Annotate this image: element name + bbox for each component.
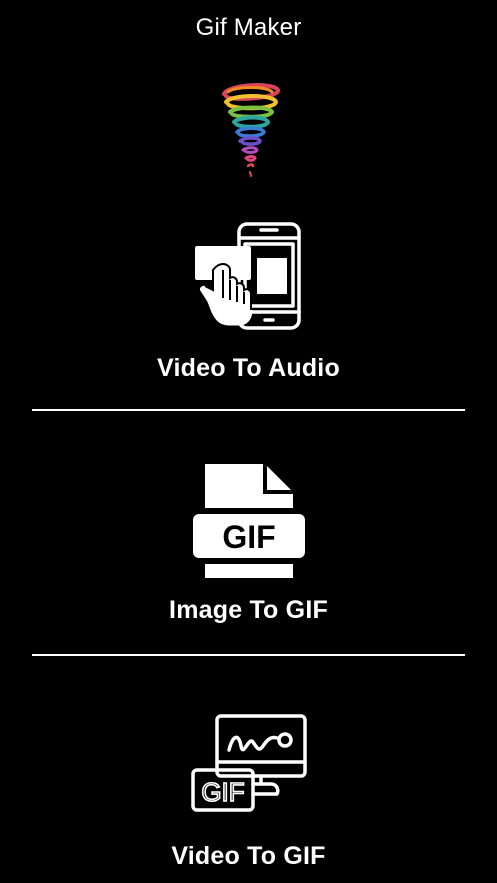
video-gif-icon: GIF xyxy=(190,714,307,812)
menu-item-video-to-audio[interactable]: Video To Audio xyxy=(0,220,497,390)
menu-item-label: Image To GIF xyxy=(169,596,328,624)
gif-icon-text: GIF xyxy=(222,519,275,555)
menu-item-video-to-gif[interactable]: GIF Video To GIF xyxy=(0,712,497,872)
divider xyxy=(32,654,465,656)
menu-item-label: Video To Audio xyxy=(157,354,340,382)
gif-icon-text: GIF xyxy=(201,777,244,807)
menu-item-label: Video To GIF xyxy=(171,842,326,870)
phone-tap-icon xyxy=(194,222,301,330)
gif-file-icon: GIF xyxy=(192,464,305,578)
rainbow-tornado-logo xyxy=(222,83,281,177)
app-title: Gif Maker xyxy=(195,14,302,41)
menu-item-image-to-gif[interactable]: GIF Image To GIF xyxy=(0,462,497,632)
divider xyxy=(32,409,465,411)
